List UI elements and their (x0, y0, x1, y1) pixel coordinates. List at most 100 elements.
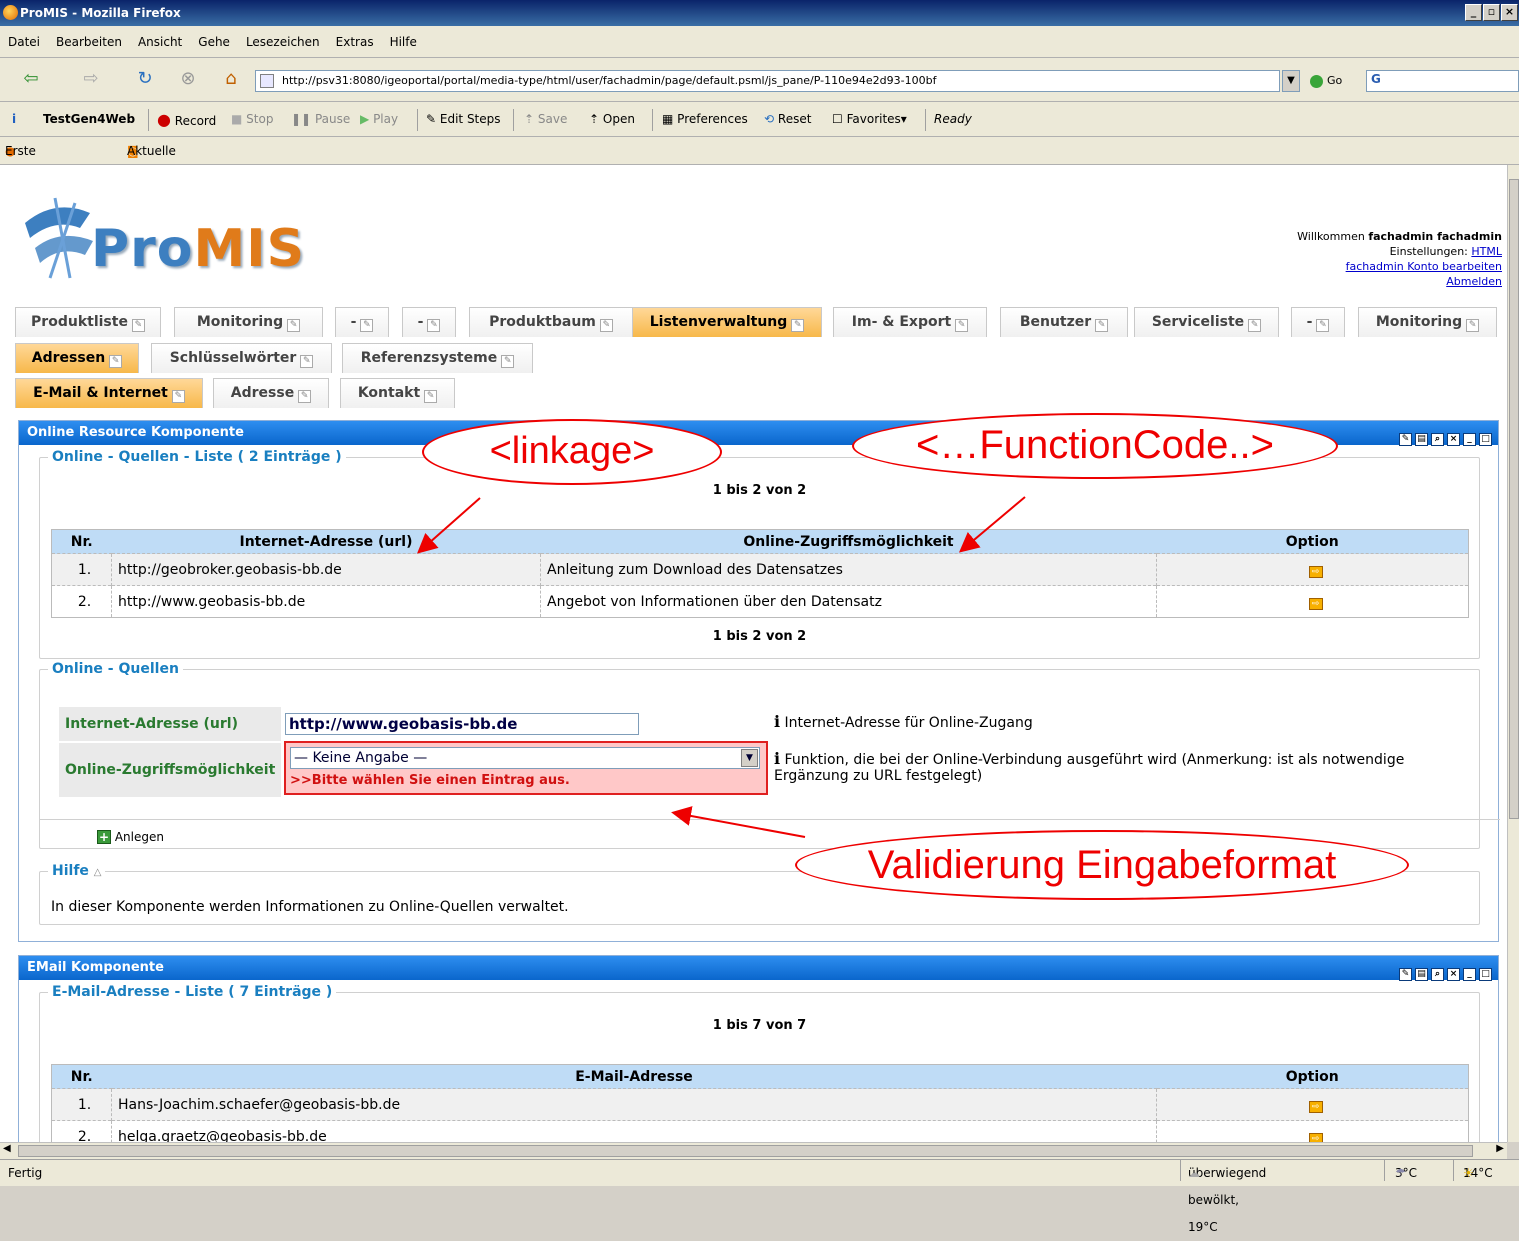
open-entry-icon[interactable]: ⇨ (1308, 597, 1323, 610)
edit-icon[interactable]: ✎ (1248, 319, 1262, 332)
table-row[interactable]: 2. http://www.geobasis-bb.de Angebot von… (51, 585, 1469, 618)
pause-button[interactable]: ❚❚ Pause (291, 102, 350, 137)
column-option: Option (1156, 529, 1469, 554)
preferences-button[interactable]: ▦ Preferences (662, 102, 748, 137)
menu-ansicht[interactable]: Ansicht (130, 26, 190, 58)
tab-benutzer[interactable]: Benutzer ✎ (1000, 307, 1128, 337)
tab-listenverwaltung[interactable]: Listenverwaltung ✎ (632, 307, 822, 337)
tab-dash-2[interactable]: - ✎ (402, 307, 456, 337)
edit-steps-button[interactable]: ✎ Edit Steps (426, 102, 501, 137)
url-input[interactable]: http://psv31:8080/igeoportal/portal/medi… (255, 70, 1280, 92)
close-icon[interactable]: × (1447, 968, 1460, 981)
access-select[interactable]: — Keine Angabe — ▼ (290, 747, 760, 769)
tab-referenzsysteme[interactable]: Referenzsysteme ✎ (342, 343, 533, 373)
edit-icon[interactable]: ✎ (171, 390, 185, 403)
url-field[interactable]: http://www.geobasis-bb.de (285, 713, 639, 735)
scroll-left-icon[interactable]: ◀ (3, 1143, 11, 1154)
edit-icon[interactable]: ✎ (1095, 319, 1109, 332)
tab-serviceliste[interactable]: Serviceliste ✎ (1134, 307, 1279, 337)
record-button[interactable]: ● Record (157, 102, 216, 139)
horizontal-scroll-thumb[interactable] (18, 1145, 1473, 1157)
menu-lesezeichen[interactable]: Lesezeichen (238, 26, 328, 58)
open-entry-icon[interactable]: ⇨ (1308, 565, 1323, 578)
edit-icon[interactable]: ✎ (287, 319, 301, 332)
logout-link[interactable]: Abmelden (1446, 275, 1502, 288)
table-row[interactable]: 2. helga.graetz@geobasis-bb.de ⇨ (51, 1120, 1469, 1142)
reset-button[interactable]: ⟲ Reset (764, 102, 811, 137)
zoom-icon[interactable]: ⌕ (1431, 968, 1444, 981)
print-icon[interactable]: ▤ (1415, 968, 1428, 981)
edit-icon[interactable]: ✎ (1316, 319, 1330, 332)
go-button[interactable]: Go (1310, 70, 1342, 92)
chevron-down-icon[interactable]: ▼ (741, 749, 758, 767)
tab-monitoring-2[interactable]: Monitoring ✎ (1358, 307, 1497, 337)
tab-schluesselwoerter[interactable]: Schlüsselwörter ✎ (151, 343, 332, 373)
print-icon[interactable]: ▤ (1415, 433, 1428, 446)
edit-icon[interactable]: ✎ (298, 390, 312, 403)
tab-dash-3[interactable]: - ✎ (1291, 307, 1345, 337)
edit-icon[interactable]: ✎ (791, 319, 805, 332)
menu-gehe[interactable]: Gehe (190, 26, 238, 58)
maximize-icon[interactable]: ▫ (1483, 4, 1500, 21)
tab-produktliste[interactable]: Produktliste ✎ (15, 307, 161, 337)
tab-produktbaum[interactable]: Produktbaum ✎ (469, 307, 633, 337)
vertical-scrollbar[interactable] (1507, 165, 1519, 1142)
create-button[interactable]: + Anlegen (97, 830, 164, 844)
open-entry-icon[interactable]: ⇨ (1308, 1132, 1323, 1142)
tab-adresse[interactable]: Adresse ✎ (213, 378, 329, 408)
open-button[interactable]: ⇡ Open (589, 102, 635, 137)
favorites-button[interactable]: ☐ Favorites▾ (832, 102, 907, 137)
edit-icon[interactable]: ✎ (131, 319, 145, 332)
menu-extras[interactable]: Extras (328, 26, 382, 58)
menu-hilfe[interactable]: Hilfe (382, 26, 425, 58)
vertical-scroll-thumb[interactable] (1509, 179, 1519, 819)
edit-icon[interactable]: ✎ (599, 319, 613, 332)
edit-icon[interactable]: ✎ (501, 355, 515, 368)
edit-icon[interactable]: ✎ (300, 355, 314, 368)
reload-icon[interactable]: ↻ (132, 66, 158, 92)
home-icon[interactable]: ⌂ (218, 66, 244, 92)
table-row[interactable]: 1. http://geobroker.geobasis-bb.de Anlei… (51, 553, 1469, 586)
minimize-icon[interactable]: _ (1463, 968, 1476, 981)
back-icon[interactable]: ⇦ (18, 66, 44, 92)
menu-datei[interactable]: Datei (0, 26, 48, 58)
stop-button[interactable]: ■ Stop (231, 102, 273, 137)
url-dropdown-icon[interactable]: ▼ (1282, 70, 1300, 92)
tab-kontakt[interactable]: Kontakt ✎ (340, 378, 455, 408)
table-row[interactable]: 1. Hans-Joachim.schaefer@geobasis-bb.de … (51, 1088, 1469, 1121)
minimize-icon[interactable]: _ (1465, 4, 1482, 21)
stop-icon[interactable]: ⊗ (175, 66, 201, 92)
menu-bearbeiten[interactable]: Bearbeiten (48, 26, 130, 58)
edit-icon[interactable]: ✎ (1399, 968, 1412, 981)
horizontal-scrollbar[interactable]: ◀ ▶ (0, 1142, 1507, 1159)
settings-html-link[interactable]: HTML (1471, 245, 1502, 258)
minimize-icon[interactable]: _ (1463, 433, 1476, 446)
column-url: Internet-Adresse (url) (111, 529, 541, 554)
tab-monitoring[interactable]: Monitoring ✎ (174, 307, 323, 337)
close-icon[interactable]: × (1447, 433, 1460, 446)
edit-account-link[interactable]: fachadmin Konto bearbeiten (1346, 260, 1502, 273)
edit-icon[interactable]: ✎ (1399, 433, 1412, 446)
edit-icon[interactable]: ✎ (427, 319, 441, 332)
tab-dash-1[interactable]: - ✎ (335, 307, 389, 337)
save-button[interactable]: ⇡ Save (524, 102, 567, 137)
zoom-icon[interactable]: ⌕ (1431, 433, 1444, 446)
forward-icon[interactable]: ⇨ (78, 66, 104, 92)
edit-icon[interactable]: ✎ (360, 319, 374, 332)
tab-im-export[interactable]: Im- & Export ✎ (833, 307, 987, 337)
close-icon[interactable]: × (1501, 4, 1518, 21)
tab-email-internet[interactable]: E-Mail & Internet ✎ (15, 378, 203, 408)
help-legend[interactable]: Hilfe △ (48, 863, 105, 879)
edit-icon[interactable]: ✎ (955, 319, 969, 332)
tab-adressen[interactable]: Adressen ✎ (15, 343, 139, 373)
maximize-icon[interactable]: □ (1479, 433, 1492, 446)
scroll-right-icon[interactable]: ▶ (1496, 1143, 1504, 1154)
welcome-box: Willkommen fachadmin fachadmin Einstellu… (1297, 229, 1502, 289)
edit-icon[interactable]: ✎ (1466, 319, 1480, 332)
maximize-icon[interactable]: □ (1479, 968, 1492, 981)
edit-icon[interactable]: ✎ (109, 355, 123, 368)
open-entry-icon[interactable]: ⇨ (1308, 1100, 1323, 1113)
play-button[interactable]: ▶ Play (360, 102, 398, 137)
search-input[interactable]: G (1366, 70, 1519, 92)
edit-icon[interactable]: ✎ (424, 390, 438, 403)
